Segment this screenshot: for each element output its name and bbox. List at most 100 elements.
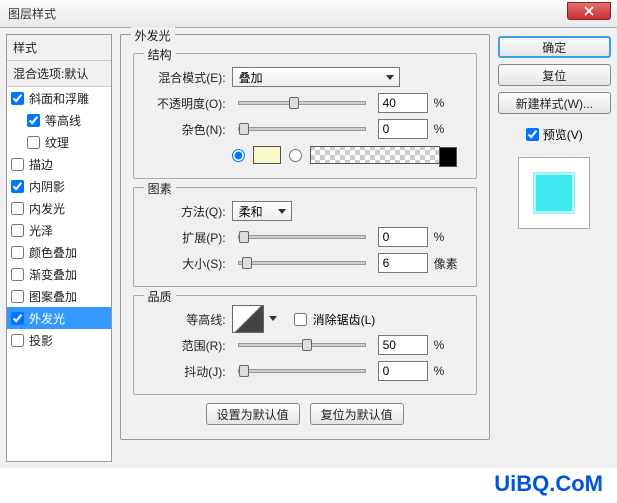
- contour-picker[interactable]: [232, 305, 264, 333]
- panel-title: 外发光: [131, 27, 175, 44]
- range-unit: %: [434, 338, 464, 352]
- technique-label: 方法(Q):: [146, 203, 226, 220]
- range-slider[interactable]: [238, 343, 366, 347]
- elements-group: 图素 方法(Q): 柔和 扩展(P): % 大小(S): 像素: [133, 187, 477, 287]
- style-checkbox-6[interactable]: [11, 224, 24, 237]
- style-item-4[interactable]: 内阴影: [7, 175, 111, 197]
- size-label: 大小(S):: [146, 255, 226, 272]
- style-label: 内阴影: [29, 178, 65, 195]
- style-checkbox-9[interactable]: [11, 290, 24, 303]
- blend-mode-select[interactable]: 叠加: [232, 67, 400, 87]
- style-item-6[interactable]: 光泽: [7, 219, 111, 241]
- styles-panel: 样式 混合选项:默认 斜面和浮雕等高线纹理描边内阴影内发光光泽颜色叠加渐变叠加图…: [6, 34, 112, 462]
- blend-mode-label: 混合模式(E):: [146, 69, 226, 86]
- style-checkbox-11[interactable]: [11, 334, 24, 347]
- quality-group: 品质 等高线: 消除锯齿(L) 范围(R): % 抖动(J):: [133, 295, 477, 395]
- watermark: UiBQ.CoM: [494, 471, 603, 497]
- cancel-button[interactable]: 复位: [498, 64, 611, 86]
- technique-select[interactable]: 柔和: [232, 201, 292, 221]
- style-label: 斜面和浮雕: [29, 90, 89, 107]
- style-label: 纹理: [45, 134, 69, 151]
- style-item-2[interactable]: 纹理: [7, 131, 111, 153]
- style-item-10[interactable]: 外发光: [7, 307, 111, 329]
- style-item-0[interactable]: 斜面和浮雕: [7, 87, 111, 109]
- noise-label: 杂色(N):: [146, 121, 226, 138]
- structure-legend: 结构: [144, 46, 176, 63]
- range-label: 范围(R):: [146, 337, 226, 354]
- jitter-unit: %: [434, 364, 464, 378]
- main-panel: 外发光 结构 混合模式(E): 叠加 不透明度(O): % 杂色(N):: [112, 34, 498, 462]
- jitter-slider[interactable]: [238, 369, 366, 373]
- noise-input[interactable]: [378, 119, 428, 139]
- preview-label: 预览(V): [543, 126, 583, 143]
- antialias-checkbox[interactable]: [294, 313, 307, 326]
- color-swatch[interactable]: [253, 146, 281, 164]
- opacity-label: 不透明度(O):: [146, 95, 226, 112]
- style-checkbox-4[interactable]: [11, 180, 24, 193]
- ok-button[interactable]: 确定: [498, 36, 611, 58]
- size-slider[interactable]: [238, 261, 366, 265]
- opacity-input[interactable]: [378, 93, 428, 113]
- style-item-8[interactable]: 渐变叠加: [7, 263, 111, 285]
- style-label: 图案叠加: [29, 288, 77, 305]
- opacity-unit: %: [434, 96, 464, 110]
- style-checkbox-10[interactable]: [11, 312, 24, 325]
- gradient-radio[interactable]: [289, 149, 302, 162]
- reset-default-button[interactable]: 复位为默认值: [310, 403, 404, 425]
- spread-slider[interactable]: [238, 235, 366, 239]
- style-label: 外发光: [29, 310, 65, 327]
- style-label: 等高线: [45, 112, 81, 129]
- size-input[interactable]: [378, 253, 428, 273]
- dialog-body: 样式 混合选项:默认 斜面和浮雕等高线纹理描边内阴影内发光光泽颜色叠加渐变叠加图…: [0, 28, 617, 468]
- preview-box: [518, 157, 590, 229]
- style-checkbox-1[interactable]: [27, 114, 40, 127]
- style-checkbox-7[interactable]: [11, 246, 24, 259]
- style-item-5[interactable]: 内发光: [7, 197, 111, 219]
- style-checkbox-5[interactable]: [11, 202, 24, 215]
- make-default-button[interactable]: 设置为默认值: [206, 403, 300, 425]
- style-checkbox-3[interactable]: [11, 158, 24, 171]
- styles-header[interactable]: 样式: [7, 35, 111, 61]
- close-button[interactable]: [567, 2, 611, 20]
- spread-unit: %: [434, 230, 464, 244]
- style-checkbox-0[interactable]: [11, 92, 24, 105]
- style-checkbox-8[interactable]: [11, 268, 24, 281]
- structure-group: 结构 混合模式(E): 叠加 不透明度(O): % 杂色(N): %: [133, 53, 477, 179]
- style-item-1[interactable]: 等高线: [7, 109, 111, 131]
- style-label: 描边: [29, 156, 53, 173]
- quality-legend: 品质: [144, 288, 176, 305]
- antialias-label: 消除锯齿(L): [313, 311, 376, 328]
- spread-label: 扩展(P):: [146, 229, 226, 246]
- gradient-swatch[interactable]: [310, 146, 440, 164]
- style-item-11[interactable]: 投影: [7, 329, 111, 351]
- window-title: 图层样式: [8, 5, 56, 22]
- style-label: 颜色叠加: [29, 244, 77, 261]
- preview-swatch: [533, 172, 575, 214]
- style-label: 投影: [29, 332, 53, 349]
- style-item-7[interactable]: 颜色叠加: [7, 241, 111, 263]
- preview-checkbox[interactable]: [526, 128, 539, 141]
- spread-input[interactable]: [378, 227, 428, 247]
- right-panel: 确定 复位 新建样式(W)... 预览(V): [498, 34, 611, 462]
- style-label: 内发光: [29, 200, 65, 217]
- style-label: 光泽: [29, 222, 53, 239]
- titlebar: 图层样式: [0, 0, 617, 28]
- outer-glow-group: 外发光 结构 混合模式(E): 叠加 不透明度(O): % 杂色(N):: [120, 34, 490, 440]
- style-item-3[interactable]: 描边: [7, 153, 111, 175]
- style-checkbox-2[interactable]: [27, 136, 40, 149]
- opacity-slider[interactable]: [238, 101, 366, 105]
- blending-options[interactable]: 混合选项:默认: [7, 61, 111, 87]
- jitter-input[interactable]: [378, 361, 428, 381]
- new-style-button[interactable]: 新建样式(W)...: [498, 92, 611, 114]
- noise-slider[interactable]: [238, 127, 366, 131]
- range-input[interactable]: [378, 335, 428, 355]
- size-unit: 像素: [434, 255, 464, 272]
- style-item-9[interactable]: 图案叠加: [7, 285, 111, 307]
- noise-unit: %: [434, 122, 464, 136]
- elements-legend: 图素: [144, 180, 176, 197]
- style-label: 渐变叠加: [29, 266, 77, 283]
- contour-label: 等高线:: [146, 311, 226, 328]
- jitter-label: 抖动(J):: [146, 363, 226, 380]
- color-radio[interactable]: [232, 149, 245, 162]
- close-icon: [584, 6, 594, 16]
